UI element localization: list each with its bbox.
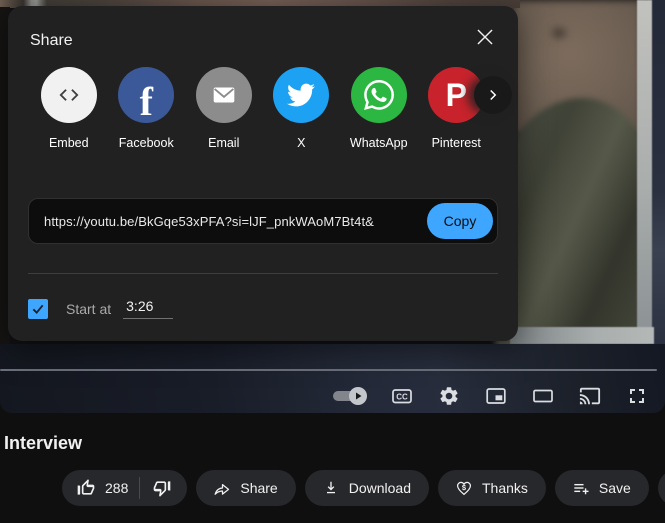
whatsapp-icon bbox=[351, 67, 407, 123]
share-target-email[interactable]: X Email bbox=[185, 67, 263, 150]
close-icon[interactable] bbox=[468, 20, 502, 54]
share-target-embed[interactable]: Embed bbox=[30, 67, 108, 150]
like-count: 288 bbox=[105, 480, 128, 496]
heart-dollar-icon: $ bbox=[454, 478, 474, 498]
share-dialog: Share Embed f Facebook bbox=[8, 6, 518, 341]
share-target-facebook[interactable]: f Facebook bbox=[108, 67, 186, 150]
more-actions-button[interactable] bbox=[658, 470, 665, 506]
twitter-bird-icon bbox=[273, 67, 329, 123]
dialog-divider bbox=[28, 273, 498, 274]
download-button[interactable]: Download bbox=[305, 470, 429, 506]
share-targets-row: Embed f Facebook X Email bbox=[30, 67, 495, 150]
embed-icon bbox=[41, 67, 97, 123]
thumbs-down-icon bbox=[152, 478, 172, 498]
captions-icon[interactable]: CC bbox=[390, 384, 414, 408]
youtube-watch-page: CC bbox=[0, 0, 665, 523]
thumbs-up-icon bbox=[76, 478, 96, 498]
download-button-label: Download bbox=[349, 480, 411, 496]
svg-text:CC: CC bbox=[396, 393, 408, 402]
facebook-icon: f bbox=[118, 67, 174, 123]
watch-info-section: Interview 288 Share bbox=[0, 413, 665, 523]
share-target-label: WhatsApp bbox=[350, 136, 408, 150]
download-icon bbox=[321, 478, 341, 498]
settings-gear-icon[interactable] bbox=[437, 384, 461, 408]
save-button[interactable]: Save bbox=[555, 470, 649, 506]
share-dialog-title: Share bbox=[30, 32, 73, 50]
cast-icon[interactable] bbox=[578, 384, 602, 408]
share-target-label: X bbox=[297, 136, 305, 150]
video-mirror-frame bbox=[510, 327, 654, 344]
share-url-input[interactable]: https://youtu.be/BkGqe53xPFA?si=lJF_pnkW… bbox=[44, 214, 432, 229]
scroll-right-button[interactable] bbox=[474, 76, 512, 114]
thanks-button-label: Thanks bbox=[482, 480, 528, 496]
email-icon bbox=[196, 67, 252, 123]
thanks-button[interactable]: $ Thanks bbox=[438, 470, 546, 506]
share-url-box: https://youtu.be/BkGqe53xPFA?si=lJF_pnkW… bbox=[28, 198, 498, 244]
autoplay-toggle[interactable] bbox=[333, 386, 367, 406]
fullscreen-icon[interactable] bbox=[625, 384, 649, 408]
share-target-x[interactable]: X bbox=[263, 67, 341, 150]
copy-button[interactable]: Copy bbox=[427, 203, 493, 239]
like-button[interactable]: 288 bbox=[62, 470, 139, 506]
share-target-label: Facebook bbox=[119, 136, 174, 150]
playlist-add-icon bbox=[571, 478, 591, 498]
save-button-label: Save bbox=[599, 480, 631, 496]
share-button[interactable]: Share bbox=[196, 470, 295, 506]
autoplay-toggle-knob bbox=[349, 387, 367, 405]
svg-text:$: $ bbox=[462, 483, 467, 492]
dislike-button[interactable] bbox=[140, 470, 187, 506]
start-at-time-input[interactable]: 3:26 bbox=[123, 298, 173, 319]
share-target-label: Pinterest bbox=[432, 136, 481, 150]
video-mirror-frame bbox=[637, 0, 652, 340]
share-target-label: Embed bbox=[49, 136, 89, 150]
headboard-tuft bbox=[552, 28, 566, 38]
video-title: Interview bbox=[4, 433, 82, 454]
share-arrow-icon bbox=[212, 478, 232, 498]
start-at-label: Start at bbox=[66, 301, 111, 317]
like-dislike-pill: 288 bbox=[62, 470, 187, 506]
action-buttons-row: 288 Share Download bbox=[62, 470, 665, 506]
share-button-label: Share bbox=[240, 480, 277, 496]
share-target-whatsapp[interactable]: WhatsApp bbox=[340, 67, 418, 150]
video-progress-bar[interactable] bbox=[0, 369, 657, 371]
start-at-checkbox[interactable] bbox=[28, 299, 48, 319]
start-at-row: Start at 3:26 bbox=[28, 298, 173, 319]
share-target-label: Email bbox=[208, 136, 239, 150]
theater-mode-icon[interactable] bbox=[531, 384, 555, 408]
player-controls: CC bbox=[333, 384, 649, 408]
miniplayer-icon[interactable] bbox=[484, 384, 508, 408]
